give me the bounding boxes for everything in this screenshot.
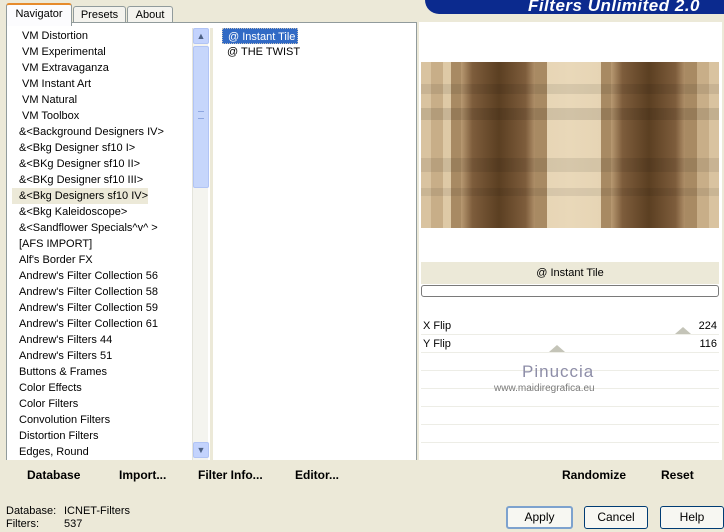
- category-item[interactable]: &<Bkg Designer sf10 I>: [12, 140, 192, 156]
- filters-count-value: 537: [64, 518, 83, 530]
- scroll-thumb[interactable]: [193, 46, 209, 188]
- category-item[interactable]: VM Natural: [12, 92, 192, 108]
- slider-value: 224: [698, 320, 717, 332]
- category-item[interactable]: Andrew's Filter Collection 59: [12, 300, 192, 316]
- grip-icon: [198, 111, 204, 119]
- watermark-url: www.maidiregrafica.eu: [494, 383, 595, 394]
- tab-label: About: [135, 9, 165, 21]
- category-item[interactable]: Color Filters: [12, 396, 192, 412]
- category-item[interactable]: Andrew's Filter Collection 56: [12, 268, 192, 284]
- category-item[interactable]: &<Bkg Kaleidoscope>: [12, 204, 192, 220]
- category-item[interactable]: Alf's Border FX: [12, 252, 192, 268]
- slider-thumb[interactable]: [549, 345, 565, 352]
- category-item[interactable]: Convolution Filters: [12, 412, 192, 428]
- import-button[interactable]: Import...: [119, 468, 166, 482]
- filter-info-button[interactable]: Filter Info...: [198, 468, 263, 482]
- category-item[interactable]: VM Extravaganza: [12, 60, 192, 76]
- category-item[interactable]: &<BKg Designer sf10 II>: [12, 156, 192, 172]
- editor-button[interactable]: Editor...: [295, 468, 339, 482]
- category-item[interactable]: &<Background Designers IV>: [12, 124, 192, 140]
- progress-bar: [421, 285, 719, 297]
- slider-row[interactable]: Y Flip 116: [421, 336, 719, 353]
- scroll-down-button[interactable]: ▼: [193, 442, 209, 458]
- app-banner: Filters Unlimited 2.0: [425, 0, 724, 14]
- current-filter-name: @ Instant Tile: [421, 262, 719, 284]
- tab-label: Presets: [80, 9, 119, 21]
- empty-slider-row: [421, 408, 719, 425]
- status-info: Database: ICNET-Filters Filters: 537: [6, 505, 206, 531]
- help-button[interactable]: Help: [660, 506, 724, 529]
- category-item[interactable]: Edges, Round: [12, 444, 192, 458]
- filter-list[interactable]: @ Instant Tile @ THE TWIST: [222, 28, 414, 458]
- category-item[interactable]: Distortion Filters: [12, 428, 192, 444]
- category-item[interactable]: &<BKg Designer sf10 III>: [12, 172, 192, 188]
- slider-label: X Flip: [423, 320, 452, 332]
- slider-thumb[interactable]: [675, 327, 691, 334]
- category-item[interactable]: VM Experimental: [12, 44, 192, 60]
- filter-preview-image: [421, 62, 719, 228]
- category-item[interactable]: Color Effects: [12, 380, 192, 396]
- randomize-button[interactable]: Randomize: [562, 468, 626, 482]
- empty-slider-row: [421, 444, 719, 461]
- slider-value: 116: [699, 338, 717, 350]
- filters-count-label: Filters:: [6, 518, 39, 530]
- scroll-up-button[interactable]: ▲: [193, 28, 209, 44]
- cancel-button[interactable]: Cancel: [584, 506, 648, 529]
- category-item[interactable]: VM Toolbox: [12, 108, 192, 124]
- apply-button[interactable]: Apply: [506, 506, 573, 529]
- filter-item[interactable]: @ Instant Tile: [222, 28, 298, 44]
- category-item[interactable]: &<Sandflower Specials^v^ >: [12, 220, 192, 236]
- database-status-label: Database:: [6, 505, 57, 517]
- category-item[interactable]: Andrew's Filters 51: [12, 348, 192, 364]
- slider-row[interactable]: X Flip 224: [421, 318, 719, 335]
- category-item[interactable]: Andrew's Filter Collection 58: [12, 284, 192, 300]
- preview-pattern: [421, 62, 719, 228]
- navigator-button-bar: Database Import... Filter Info... Editor…: [6, 460, 417, 490]
- category-list[interactable]: VM Distortion VM Experimental VM Extravaga…: [12, 28, 192, 458]
- category-item[interactable]: Buttons & Frames: [12, 364, 192, 380]
- empty-slider-row: [421, 426, 719, 443]
- list-divider: [210, 28, 213, 460]
- category-item[interactable]: [AFS IMPORT]: [12, 236, 192, 252]
- category-item[interactable]: Andrew's Filter Collection 61: [12, 316, 192, 332]
- tab-label: Navigator: [15, 8, 63, 20]
- database-status-value: ICNET-Filters: [64, 505, 130, 517]
- reset-button[interactable]: Reset: [661, 468, 694, 482]
- category-item[interactable]: VM Distortion: [12, 28, 192, 44]
- tab-navigator[interactable]: Navigator: [6, 3, 72, 26]
- watermark-name: Pinuccia: [522, 362, 595, 381]
- category-item[interactable]: &<Bkg Designers sf10 IV>: [12, 188, 148, 204]
- slider-label: Y Flip: [423, 338, 451, 350]
- category-item[interactable]: Andrew's Filters 44: [12, 332, 192, 348]
- category-item[interactable]: VM Instant Art: [12, 76, 192, 92]
- database-button[interactable]: Database: [27, 468, 80, 482]
- preview-button-bar: Randomize Reset: [419, 460, 722, 490]
- category-scrollbar[interactable]: ▲ ▼: [192, 28, 209, 460]
- filter-item[interactable]: @ THE TWIST: [222, 44, 414, 60]
